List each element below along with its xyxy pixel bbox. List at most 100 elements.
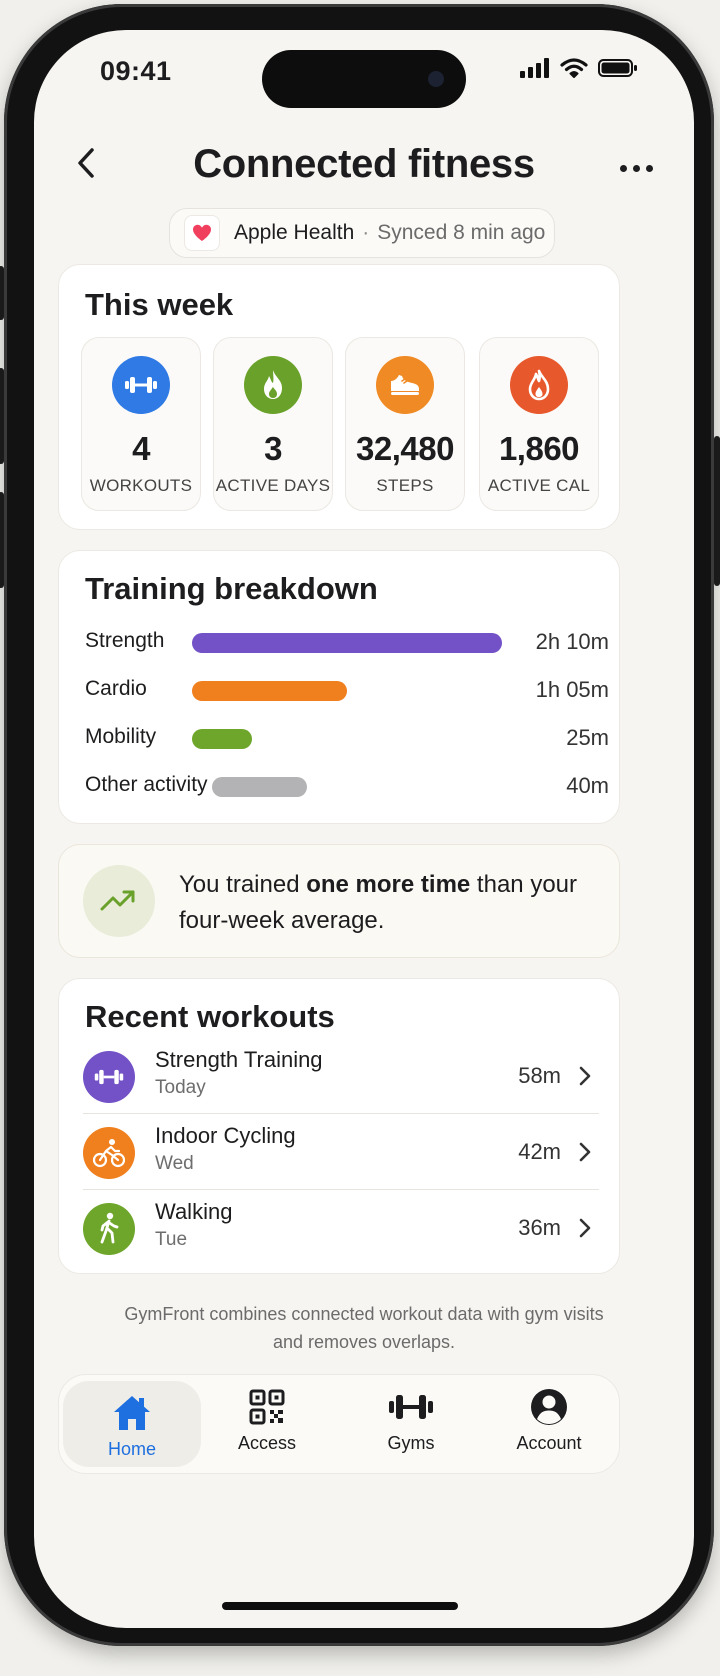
- front-camera: [428, 71, 444, 87]
- more-dot-icon: [632, 164, 640, 172]
- phone-frame: 09:41 Connected fitness Apple Health · S…: [0, 4, 720, 1646]
- insight-emphasis: one more time: [306, 871, 471, 898]
- walker-icon: [83, 1203, 135, 1255]
- workout-row-cycling[interactable]: Indoor Cycling Wed 42m: [83, 1115, 599, 1191]
- chevron-right-icon: [579, 1142, 591, 1162]
- dumbbell-icon: [112, 356, 170, 414]
- volume-up-button: [0, 368, 4, 464]
- breakdown-row-mobility: Mobility 25m: [85, 717, 609, 757]
- breakdown-label: Mobility: [85, 725, 157, 748]
- dynamic-island: [262, 50, 466, 108]
- stat-tile-steps[interactable]: 32,480 STEPS: [345, 337, 465, 511]
- screen: 09:41 Connected fitness Apple Health · S…: [34, 30, 694, 1628]
- training-breakdown-title: Training breakdown: [85, 571, 378, 606]
- footer-note: GymFront combines connected workout data…: [124, 1304, 604, 1352]
- dumbbell-icon: [83, 1051, 135, 1103]
- breakdown-duration: 2h 10m: [535, 629, 609, 654]
- wifi-icon: [560, 58, 588, 78]
- breakdown-duration: 25m: [566, 725, 609, 750]
- trend-up-icon: [83, 865, 155, 937]
- account-icon: [479, 1385, 619, 1429]
- home-indicator: [222, 1602, 458, 1610]
- more-dot-icon: [645, 164, 653, 172]
- breakdown-label: Other activity: [85, 773, 208, 796]
- breakdown-bar: [192, 633, 502, 653]
- chevron-right-icon: [579, 1218, 591, 1238]
- tab-label: Home: [107, 1439, 156, 1459]
- cyclist-icon: [83, 1127, 135, 1179]
- breakdown-duration: 40m: [566, 773, 609, 798]
- stat-tile-active-cal[interactable]: 1,860 ACTIVE CAL: [479, 337, 599, 511]
- breakdown-label: Strength: [85, 629, 165, 652]
- tab-home[interactable]: Home: [63, 1381, 201, 1467]
- tab-bar: Home Access Gyms Account: [58, 1374, 620, 1474]
- breakdown-bar: [212, 777, 307, 797]
- more-dot-icon: [619, 164, 627, 172]
- tab-gyms[interactable]: Gyms: [341, 1375, 481, 1475]
- breakdown-label: Cardio: [85, 677, 147, 700]
- breakdown-duration: 1h 05m: [535, 677, 609, 702]
- volume-down-button: [0, 492, 4, 588]
- qr-code-icon: [197, 1385, 337, 1429]
- battery-icon: [598, 59, 637, 77]
- row-divider: [83, 1113, 599, 1114]
- workout-day: Tue: [155, 1229, 188, 1250]
- more-button[interactable]: [612, 158, 660, 178]
- stat-value: 1,860: [498, 430, 580, 467]
- workout-day: Today: [155, 1077, 206, 1098]
- shoe-icon: [376, 356, 434, 414]
- recent-workouts-card: Recent workouts Strength Training Today …: [58, 978, 620, 1274]
- workout-duration: 58m: [518, 1063, 561, 1088]
- insight-text: You trained one more time than your four…: [179, 867, 599, 939]
- workout-name: Strength Training: [155, 1047, 323, 1072]
- breakdown-row-other: Other activity 40m: [85, 765, 609, 805]
- home-icon: [63, 1391, 201, 1435]
- page-title: Connected fitness: [193, 142, 535, 186]
- stat-value: 3: [264, 430, 282, 467]
- stat-label: ACTIVE DAYS: [215, 476, 331, 495]
- workout-day: Wed: [155, 1153, 194, 1174]
- recent-workouts-title: Recent workouts: [85, 999, 335, 1034]
- dumbbell-icon: [341, 1385, 481, 1429]
- sync-separator: ·: [362, 221, 370, 244]
- insight-prefix: You trained: [179, 871, 307, 898]
- sync-time: Synced 8 min ago: [377, 221, 546, 244]
- breakdown-row-strength: Strength 2h 10m: [85, 621, 609, 661]
- tab-access[interactable]: Access: [197, 1375, 337, 1475]
- heart-icon: [193, 224, 211, 241]
- training-breakdown-card: Training breakdown Strength 2h 10m Cardi…: [58, 550, 620, 824]
- stat-tile-active-days[interactable]: 3 ACTIVE DAYS: [213, 337, 333, 511]
- flame-icon: [244, 356, 302, 414]
- insight-card: You trained one more time than your four…: [58, 844, 620, 958]
- power-button: [714, 436, 720, 586]
- stat-value: 4: [132, 430, 150, 467]
- apple-health-icon: [184, 215, 220, 251]
- stat-label: ACTIVE CAL: [487, 476, 591, 495]
- sync-source: Apple Health: [234, 221, 355, 244]
- breakdown-bar: [192, 729, 252, 749]
- fire-drop-icon: [510, 356, 568, 414]
- tab-label: Account: [516, 1433, 582, 1453]
- workout-row-strength[interactable]: Strength Training Today 58m: [83, 1039, 599, 1115]
- tab-label: Access: [237, 1433, 297, 1453]
- this-week-card: This week 4 WORKOUTS 3 ACTIVE DAYS 32,48…: [58, 264, 620, 530]
- sync-status-pill[interactable]: Apple Health · Synced 8 min ago: [169, 208, 555, 258]
- workout-name: Walking: [155, 1199, 233, 1224]
- workout-row-walking[interactable]: Walking Tue 36m: [83, 1191, 599, 1267]
- workout-name: Indoor Cycling: [155, 1123, 296, 1148]
- workout-duration: 36m: [518, 1215, 561, 1240]
- status-time: 09:41: [100, 56, 172, 86]
- stat-tile-workouts[interactable]: 4 WORKOUTS: [81, 337, 201, 511]
- stat-label: STEPS: [376, 476, 434, 495]
- breakdown-row-cardio: Cardio 1h 05m: [85, 669, 609, 709]
- action-button: [0, 266, 4, 320]
- workout-duration: 42m: [518, 1139, 561, 1164]
- signal-icon: [520, 58, 549, 78]
- stat-label: WORKOUTS: [89, 476, 193, 495]
- stat-value: 32,480: [356, 430, 454, 467]
- tab-label: Gyms: [387, 1433, 435, 1453]
- row-divider: [83, 1189, 599, 1190]
- chevron-right-icon: [579, 1066, 591, 1086]
- status-icons: [520, 58, 638, 78]
- tab-account[interactable]: Account: [479, 1375, 619, 1475]
